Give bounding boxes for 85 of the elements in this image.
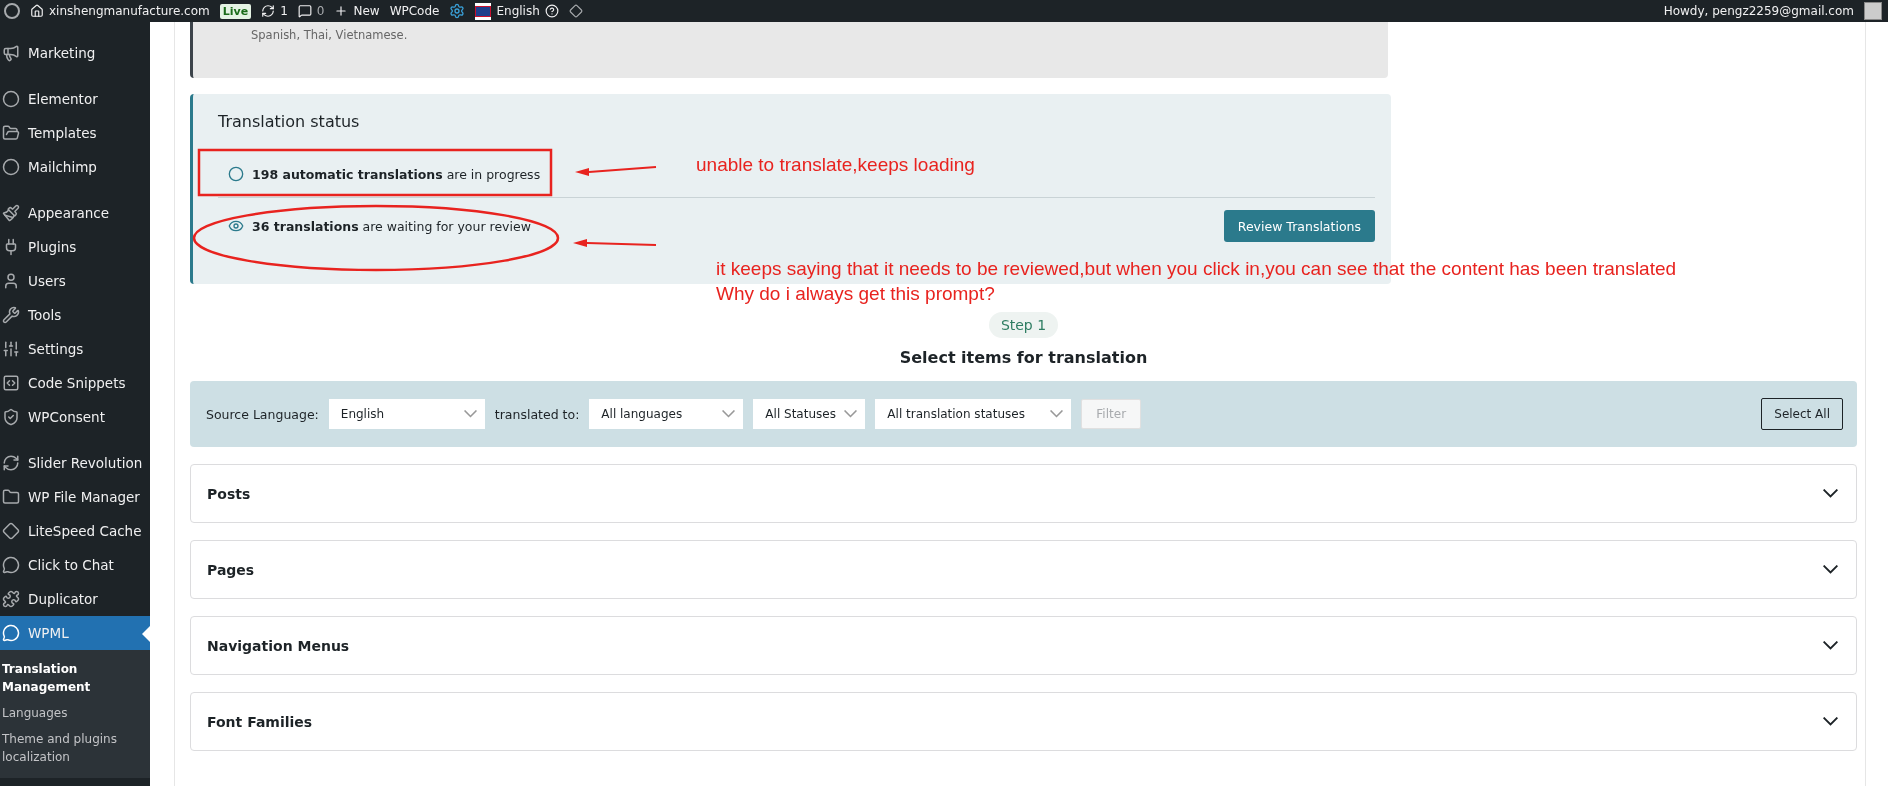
sidebar-item[interactable]: WPConsent bbox=[0, 400, 150, 434]
sidebar-item[interactable]: Marketing bbox=[0, 36, 150, 70]
logo-icon[interactable] bbox=[4, 3, 20, 19]
accordion-section[interactable]: Pages bbox=[190, 540, 1857, 599]
notice-text: Spanish, Thai, Vietnamese. bbox=[251, 28, 408, 42]
sidebar-item[interactable]: Plugins bbox=[0, 230, 150, 264]
sidebar-item[interactable]: Click to Chat bbox=[0, 548, 150, 582]
comment-icon[interactable] bbox=[297, 4, 312, 18]
paintbrush-icon bbox=[2, 204, 20, 222]
folder-icon bbox=[2, 488, 20, 506]
chat-icon bbox=[2, 556, 20, 574]
sidebar-item[interactable]: Mailchimp bbox=[0, 150, 150, 184]
chevron-icon bbox=[1823, 565, 1838, 574]
sidebar-item[interactable]: Slider Revolution bbox=[0, 446, 150, 480]
wrench-icon bbox=[2, 306, 20, 324]
translation-status-select[interactable]: All translation statuses bbox=[875, 399, 1072, 429]
target-select[interactable]: All languages bbox=[589, 399, 744, 429]
refresh-icon bbox=[2, 454, 20, 472]
status-title: Translation status bbox=[218, 112, 361, 131]
section-heading: Select items for translation bbox=[899, 348, 1148, 367]
chevron-icon bbox=[844, 410, 858, 418]
sliders-icon bbox=[2, 340, 20, 358]
accordion-section[interactable]: Posts bbox=[190, 464, 1857, 523]
sidebar-item[interactable]: Tools bbox=[0, 298, 150, 332]
submenu-item[interactable]: Translation Management bbox=[0, 656, 150, 700]
menu-pointer bbox=[142, 626, 150, 642]
sidebar-item[interactable]: Appearance bbox=[0, 196, 150, 230]
submenu-item[interactable]: Theme and plugins localization bbox=[0, 726, 150, 770]
plus-icon[interactable] bbox=[334, 4, 349, 18]
sidebar-item[interactable]: LiteSpeed Cache bbox=[0, 514, 150, 548]
review-button[interactable]: Review Translations bbox=[1223, 210, 1375, 242]
diamond-icon[interactable] bbox=[568, 4, 583, 18]
sidebar-item[interactable]: Users bbox=[0, 264, 150, 298]
diamond-icon bbox=[2, 522, 20, 540]
sidebar-item[interactable]: Settings bbox=[0, 332, 150, 366]
status-select[interactable]: All Statuses bbox=[753, 399, 866, 429]
sidebar-item[interactable]: Code Snippets bbox=[0, 366, 150, 400]
comments-count[interactable]: 0 bbox=[316, 4, 325, 18]
chevron-icon bbox=[1823, 641, 1838, 650]
sidebar-item[interactable]: Elementor bbox=[0, 82, 150, 116]
new-link[interactable]: New bbox=[353, 4, 380, 18]
accordion-section[interactable]: Font Families bbox=[190, 692, 1857, 751]
sidebar-item[interactable]: WP File Manager bbox=[0, 480, 150, 514]
eye-icon bbox=[228, 218, 244, 234]
live-badge: Live bbox=[219, 3, 252, 19]
folder-icon bbox=[2, 124, 20, 142]
site-name-link[interactable]: xinshengmanufacture.com bbox=[49, 4, 210, 18]
wpcode-link[interactable]: WPCode bbox=[389, 4, 440, 18]
shield-icon bbox=[2, 408, 20, 426]
filter-label: translated to: bbox=[494, 406, 580, 422]
chat-icon bbox=[2, 624, 20, 642]
filter-label: Source Language: bbox=[206, 406, 319, 422]
sidebar-item[interactable]: Templates bbox=[0, 116, 150, 150]
puzzle-icon bbox=[2, 590, 20, 608]
flag-icon[interactable] bbox=[475, 2, 492, 20]
language-link[interactable]: English bbox=[496, 4, 540, 18]
user-icon bbox=[2, 272, 20, 290]
chevron-icon bbox=[1823, 717, 1838, 726]
chevron-icon bbox=[1050, 410, 1064, 418]
megaphone-icon bbox=[2, 44, 20, 62]
accordion-section[interactable]: Navigation Menus bbox=[190, 616, 1857, 675]
submenu-item[interactable]: Languages bbox=[0, 700, 150, 726]
select-all-button[interactable]: Select All bbox=[1761, 398, 1843, 430]
circle-icon bbox=[2, 158, 20, 176]
chevron-icon bbox=[722, 410, 736, 418]
status-text: 36 translations are waiting for your review bbox=[252, 218, 531, 234]
circle-icon bbox=[2, 90, 20, 108]
sidebar-item[interactable]: WPML bbox=[0, 616, 150, 650]
chevron-icon bbox=[463, 410, 477, 418]
help-icon[interactable] bbox=[544, 4, 559, 18]
home-icon[interactable] bbox=[30, 4, 44, 18]
annotation-text: it keeps saying that it needs to be reviewed,but when you click in,you can see that the content has been translated bbox=[716, 257, 1677, 281]
annotation-text: unable to translate,keeps loading bbox=[696, 153, 975, 177]
chevron-icon bbox=[1823, 489, 1838, 498]
updates-count[interactable]: 1 bbox=[280, 4, 288, 18]
annotation-text: Why do i always get this prompt? bbox=[716, 282, 996, 306]
sidebar-item[interactable]: Duplicator bbox=[0, 582, 150, 616]
user-greeting[interactable]: Howdy, pengz2259@gmail.com bbox=[1663, 4, 1854, 18]
source-select[interactable]: English bbox=[328, 399, 485, 429]
status-text: 198 automatic translations are in progress bbox=[252, 166, 541, 182]
code-icon bbox=[2, 374, 20, 392]
updates-icon[interactable] bbox=[261, 4, 276, 18]
step-pill: Step 1 bbox=[988, 312, 1059, 338]
gear-icon[interactable] bbox=[449, 3, 466, 19]
spinner-icon bbox=[228, 166, 244, 182]
